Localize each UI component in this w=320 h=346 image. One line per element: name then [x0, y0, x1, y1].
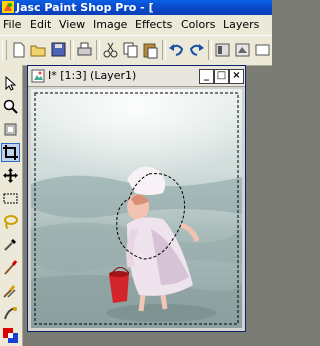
undo-icon[interactable] — [167, 40, 186, 60]
paintbrush-icon[interactable] — [2, 259, 19, 276]
standard-toolbar — [0, 35, 272, 66]
toolbar-extra-icon[interactable] — [233, 40, 252, 60]
dropper-icon[interactable] — [2, 236, 19, 253]
toolbar-overflow-icon[interactable] — [253, 40, 272, 60]
crop-icon[interactable] — [1, 143, 20, 162]
maximize-button[interactable]: □ — [214, 69, 229, 84]
menu-layers[interactable]: Layers — [223, 15, 259, 35]
print-icon[interactable] — [75, 40, 94, 60]
tool-palette — [0, 65, 23, 346]
toolbar-separator — [96, 40, 100, 60]
toolbar-separator — [70, 40, 74, 60]
document-titlebar[interactable]: I* [1:3] (Layer1) _ □ × — [28, 66, 245, 87]
swap-colors-icon[interactable] — [2, 327, 19, 344]
toolbar-separator — [162, 40, 166, 60]
selection-icon[interactable] — [2, 190, 19, 207]
psp-app-icon[interactable] — [2, 1, 14, 13]
photo-image — [31, 89, 242, 328]
paste-icon[interactable] — [141, 40, 160, 60]
minimize-button[interactable]: _ — [199, 69, 214, 84]
menu-file[interactable]: File — [3, 15, 21, 35]
toggle-icon[interactable] — [213, 40, 232, 60]
deform-icon[interactable] — [2, 121, 19, 138]
close-button[interactable]: × — [229, 69, 244, 84]
document-title: I* [1:3] (Layer1) — [48, 69, 137, 82]
copy-icon[interactable] — [121, 40, 140, 60]
app-title: Jasc Paint Shop Pro - [ — [16, 1, 154, 14]
new-icon[interactable] — [9, 40, 28, 60]
menu-colors[interactable]: Colors — [181, 15, 215, 35]
retouch-icon[interactable] — [2, 305, 19, 322]
cut-icon[interactable] — [101, 40, 120, 60]
freehand-selection-icon[interactable] — [2, 213, 19, 230]
pointer-icon[interactable] — [2, 75, 19, 92]
save-icon[interactable] — [49, 40, 68, 60]
menu-effects[interactable]: Effects — [135, 15, 172, 35]
open-icon[interactable] — [29, 40, 48, 60]
toolbar-grip[interactable] — [2, 40, 7, 60]
menu-edit[interactable]: Edit — [30, 15, 51, 35]
zoom-icon[interactable] — [2, 98, 19, 115]
document-icon — [31, 69, 45, 83]
menu-view[interactable]: View — [59, 15, 85, 35]
clone-brush-icon[interactable] — [2, 282, 19, 299]
document-window: I* [1:3] (Layer1) _ □ × — [27, 65, 246, 332]
menu-image[interactable]: Image — [93, 15, 127, 35]
redo-icon[interactable] — [187, 40, 206, 60]
menubar: File Edit View Image Effects Colors Laye… — [0, 15, 272, 35]
toolbar-separator — [208, 40, 212, 60]
mover-icon[interactable] — [2, 167, 19, 184]
image-canvas[interactable] — [31, 89, 242, 328]
app-titlebar: Jasc Paint Shop Pro - [ — [0, 0, 272, 15]
